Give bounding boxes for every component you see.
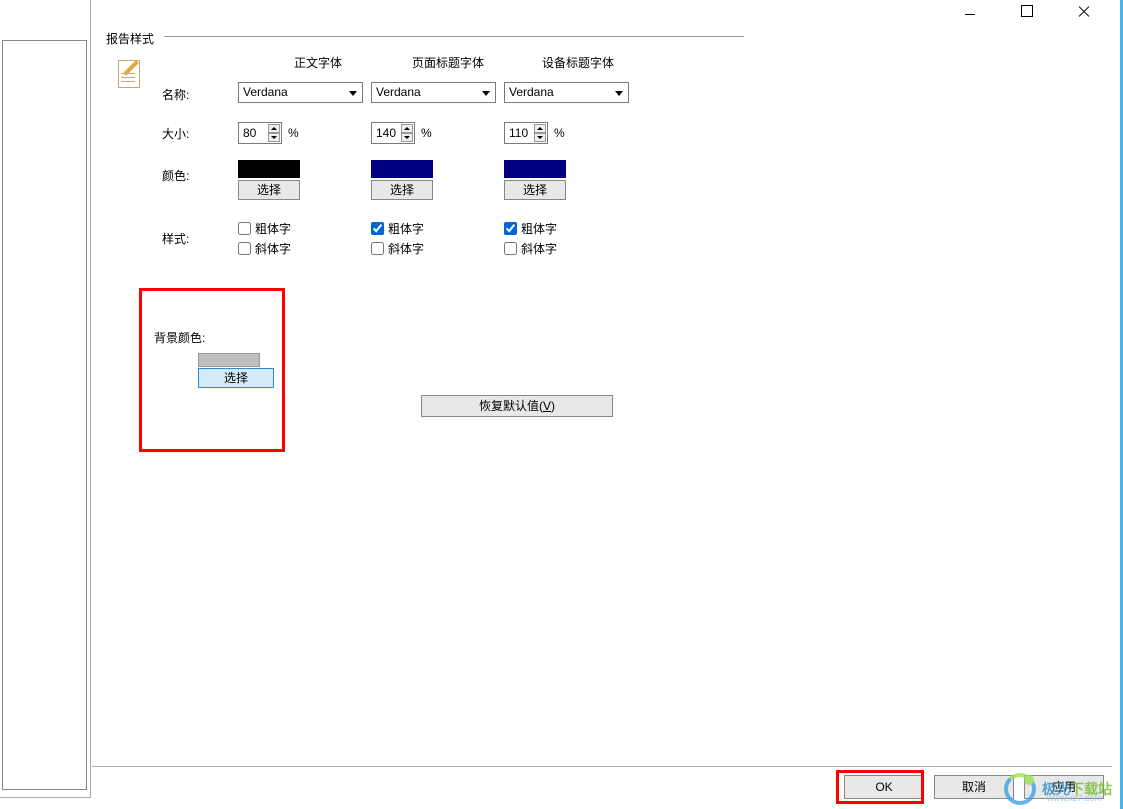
chevron-down-icon — [479, 86, 493, 101]
choose-color-page-button[interactable]: 选择 — [371, 180, 433, 200]
check-label: 斜体字 — [521, 240, 557, 257]
check-body-italic[interactable]: 斜体字 — [238, 240, 291, 257]
spin-device-size[interactable]: 110 — [504, 122, 548, 144]
combo-page-font[interactable]: Verdana — [371, 82, 496, 103]
document-edit-icon — [118, 60, 144, 90]
spin-device-size-value: 110 — [509, 126, 528, 140]
checkbox[interactable] — [238, 242, 251, 255]
spin-up-icon[interactable] — [268, 124, 280, 133]
label-size: 大小: — [162, 125, 212, 142]
checkbox[interactable] — [504, 222, 517, 235]
check-label: 粗体字 — [521, 220, 557, 237]
check-device-italic[interactable]: 斜体字 — [504, 240, 557, 257]
checkbox[interactable] — [238, 222, 251, 235]
choose-background-button[interactable]: 选择 — [198, 368, 274, 388]
group-separator — [164, 36, 744, 37]
side-tree-panel — [0, 0, 91, 798]
color-swatch-page — [371, 160, 433, 178]
content-area: 报告样式 正文字体 页面标题字体 设备标题字体 名称: 大小: 颜色: 样式: … — [106, 36, 1110, 765]
checkbox[interactable] — [371, 222, 384, 235]
check-label: 斜体字 — [388, 240, 424, 257]
percent-page: % — [421, 126, 432, 140]
combo-body-font[interactable]: Verdana — [238, 82, 363, 103]
background-label: 背景颜色: — [154, 329, 205, 346]
spin-body-size[interactable]: 80 — [238, 122, 282, 144]
chevron-down-icon — [612, 86, 626, 101]
spin-page-size[interactable]: 140 — [371, 122, 415, 144]
combo-body-font-value: Verdana — [243, 85, 288, 99]
choose-color-body-button[interactable]: 选择 — [238, 180, 300, 200]
check-device-bold[interactable]: 粗体字 — [504, 220, 557, 237]
bottom-separator — [92, 766, 1112, 767]
window-min-button[interactable] — [947, 0, 992, 22]
spin-down-icon[interactable] — [534, 133, 546, 142]
restore-accelerator: V — [543, 399, 551, 413]
check-page-italic[interactable]: 斜体字 — [371, 240, 424, 257]
restore-text: 恢复默认值( — [479, 399, 543, 413]
label-color: 颜色: — [162, 167, 212, 184]
dialog-buttons: OK 取消 应用 — [844, 775, 1104, 799]
dialog-window: 报告样式 正文字体 页面标题字体 设备标题字体 名称: 大小: 颜色: 样式: … — [0, 0, 1123, 809]
color-swatch-device — [504, 160, 566, 178]
col-header-device: 设备标题字体 — [528, 54, 628, 71]
percent-body: % — [288, 126, 299, 140]
combo-device-font[interactable]: Verdana — [504, 82, 629, 103]
restore-defaults-button[interactable]: 恢复默认值(V) — [421, 395, 613, 417]
percent-device: % — [554, 126, 565, 140]
color-swatch-body — [238, 160, 300, 178]
combo-device-font-value: Verdana — [509, 85, 554, 99]
group-title: 报告样式 — [106, 30, 160, 47]
checkbox[interactable] — [371, 242, 384, 255]
label-name: 名称: — [162, 86, 212, 103]
spin-page-size-value: 140 — [376, 126, 396, 140]
background-swatch — [198, 353, 260, 367]
spin-up-icon[interactable] — [534, 124, 546, 133]
check-label: 粗体字 — [255, 220, 291, 237]
window-max-button[interactable] — [1004, 0, 1049, 22]
check-label: 斜体字 — [255, 240, 291, 257]
col-header-page: 页面标题字体 — [398, 54, 498, 71]
cancel-button[interactable]: 取消 — [934, 775, 1014, 799]
check-label: 粗体字 — [388, 220, 424, 237]
combo-page-font-value: Verdana — [376, 85, 421, 99]
side-tree-inner[interactable] — [2, 40, 87, 790]
window-close-button[interactable] — [1061, 0, 1106, 22]
spin-up-icon[interactable] — [401, 124, 413, 133]
background-color-group: 背景颜色: 选择 — [142, 291, 282, 449]
chevron-down-icon — [346, 86, 360, 101]
check-page-bold[interactable]: 粗体字 — [371, 220, 424, 237]
choose-color-device-button[interactable]: 选择 — [504, 180, 566, 200]
checkbox[interactable] — [504, 242, 517, 255]
spin-down-icon[interactable] — [268, 133, 280, 142]
restore-suffix: ) — [551, 399, 555, 413]
spin-body-size-value: 80 — [243, 126, 256, 140]
window-titlebar — [947, 0, 1120, 26]
ok-button[interactable]: OK — [844, 775, 924, 799]
label-style: 样式: — [162, 230, 212, 247]
check-body-bold[interactable]: 粗体字 — [238, 220, 291, 237]
apply-button[interactable]: 应用 — [1024, 775, 1104, 799]
col-header-body: 正文字体 — [268, 54, 368, 71]
spin-down-icon[interactable] — [401, 133, 413, 142]
